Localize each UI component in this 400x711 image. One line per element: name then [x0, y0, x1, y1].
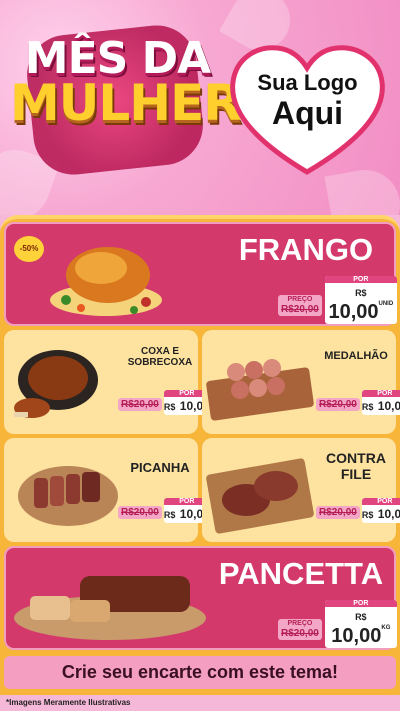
new-price: POR R$ 10,00KG [324, 600, 397, 648]
currency-label: R$ [163, 402, 176, 412]
currency-label: R$ [281, 304, 294, 315]
title-line-2: MULHER [10, 73, 242, 132]
product-name: COXA E SOBRECOXA [127, 346, 193, 368]
old-price-value: 20,00 [133, 507, 159, 518]
product-name: MEDALHÃO [324, 350, 388, 362]
logo-line-1: Sua Logo [257, 70, 358, 95]
chicken-pan-icon [14, 350, 98, 418]
currency-label: R$ [319, 399, 332, 410]
currency-label: R$ [361, 510, 374, 520]
new-price: POR R$ 10,00 [361, 498, 400, 523]
currency-label: R$ [355, 612, 367, 622]
sliced-beef-icon [18, 466, 118, 526]
price-tag: R$20,00 PORR$ 10,00 [316, 498, 400, 523]
old-price-value: 20,00 [331, 399, 357, 410]
cta-banner[interactable]: Crie seu encarte com este tema! [4, 656, 396, 689]
disclaimer-text: *Imagens Meramente Ilustrativas [6, 698, 131, 707]
price-tag: R$20,00 PORR$ 10,00 [316, 390, 400, 415]
old-price-value: 20,00 [331, 507, 357, 518]
price-tag: PREÇO R$20,00 POR R$ 10,00KG [278, 600, 397, 648]
new-price: POR R$ 10,00 [361, 390, 400, 415]
currency-label: R$ [355, 288, 367, 298]
page-title: MÊS DA MULHER [10, 37, 242, 132]
currency-label: R$ [121, 507, 134, 518]
unit-label: UNID [378, 301, 394, 307]
currency-label: R$ [361, 402, 374, 412]
old-price-label: PREÇO [287, 620, 313, 628]
old-price-value: 20,00 [293, 304, 319, 315]
old-price: R$20,00 [316, 398, 360, 411]
currency-label: R$ [121, 399, 134, 410]
header-banner: MÊS DA MULHER Sua Logo Aqui [0, 0, 400, 215]
logo-line-2: Aqui [271, 95, 344, 132]
por-label: POR [361, 390, 400, 397]
old-price: R$20,00 [118, 398, 162, 411]
price-tag: R$20,00 PORR$ 10,00 [118, 390, 210, 415]
currency-label: R$ [163, 510, 176, 520]
currency-label: R$ [281, 628, 294, 639]
new-price-value: 10,00 [377, 507, 400, 521]
old-price: R$20,00 [316, 506, 360, 519]
por-label: POR [361, 498, 400, 505]
currency-label: R$ [319, 507, 332, 518]
por-label: POR [324, 600, 397, 607]
steaks-board-icon [206, 458, 314, 534]
old-price: R$20,00 [118, 506, 162, 519]
old-price-value: 20,00 [293, 628, 319, 639]
logo-placeholder[interactable]: Sua Logo Aqui [225, 70, 390, 132]
product-name: PANCETTA [218, 556, 384, 591]
product-card-medalhao[interactable]: MEDALHÃO R$20,00 PORR$ 10,00 [202, 330, 400, 434]
product-card-frango[interactable]: -50% FRANGO PREÇO R$20,00 POR R$ 10,00UNID [4, 222, 397, 326]
por-label: POR [324, 276, 397, 283]
old-price: PREÇO R$20,00 [278, 619, 322, 640]
product-card-coxa[interactable]: COXA E SOBRECOXA R$20,00 POR R$ 10,00 [4, 330, 210, 434]
price-tag: PREÇO R$20,00 POR R$ 10,00UNID [278, 276, 397, 324]
product-name: FRANGO [238, 232, 374, 267]
product-name: PICANHA [130, 460, 190, 475]
discount-badge: -50% [14, 236, 44, 262]
new-price-value: 10,00 [328, 301, 379, 323]
product-name: CONTRA FILE [326, 450, 386, 482]
skewers-board-icon [206, 359, 314, 421]
old-price: PREÇO R$20,00 [278, 295, 322, 316]
product-card-pancetta[interactable]: PANCETTA PREÇO R$20,00 POR R$ 10,00KG [4, 546, 397, 650]
roast-chicken-icon [50, 247, 162, 316]
product-card-contra-file[interactable]: CONTRA FILE R$20,00 PORR$ 10,00 [202, 438, 400, 542]
pork-belly-icon [14, 576, 206, 640]
old-price-value: 20,00 [133, 399, 159, 410]
new-price-value: 10,00 [331, 625, 382, 647]
unit-label: KG [381, 625, 391, 631]
price-tag: R$20,00 PORR$ 10,00 [118, 498, 210, 523]
new-price-value: 10,00 [377, 399, 400, 413]
new-price: POR R$ 10,00UNID [324, 276, 397, 324]
product-card-picanha[interactable]: PICANHA R$20,00 POR R$ 10,00 [4, 438, 210, 542]
old-price-label: PREÇO [287, 296, 313, 304]
